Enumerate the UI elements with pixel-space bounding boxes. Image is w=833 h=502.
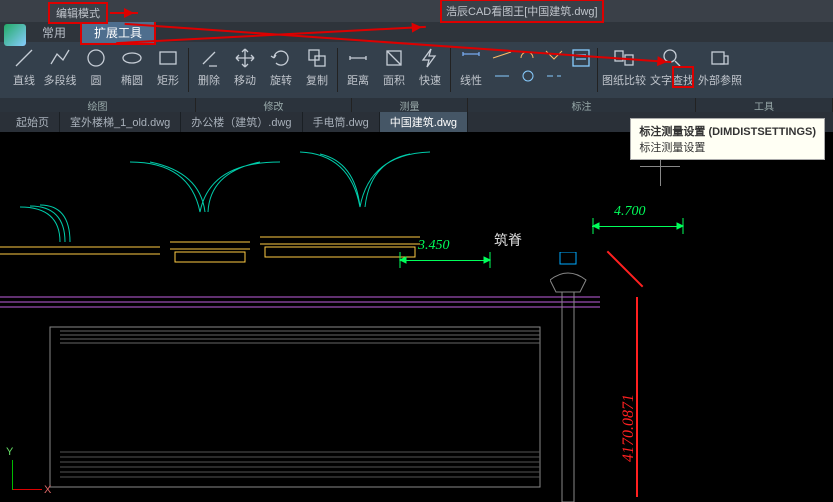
ribbon-group-labels: 绘图 修改 测量 标注 工具 [0,98,833,112]
tooltip-dim-settings: 标注测量设置 (DIMDISTSETTINGS) 标注测量设置 [630,118,825,160]
arrow-1 [110,12,138,14]
drawing-column [550,252,620,502]
line-button[interactable]: 直线 [6,46,42,88]
area-button[interactable]: 面积 [376,46,412,88]
circle-icon [84,46,108,70]
polyline-icon [48,46,72,70]
dim-settings-button[interactable] [567,46,595,72]
ribbon-toolbar: 直线 多段线 圆 椭圆 矩形 删除 移动 旋转 复制 距离 面积 快速 线性 图… [0,42,833,98]
delete-button[interactable]: 删除 [191,46,227,88]
app-title: 浩辰CAD看图王[中国建筑.dwg] [440,0,604,23]
move-icon [233,46,257,70]
axis-x-label: X [44,484,51,496]
distance-button[interactable]: 距离 [340,46,376,88]
highlight-dim-settings [672,66,694,88]
quick-button[interactable]: 快速 [412,46,448,88]
dim-settings-icon [569,46,593,70]
copy-button[interactable]: 复制 [299,46,335,88]
tab-file-3[interactable]: 手电筒.dwg [303,112,380,132]
ucs-x-axis [12,489,42,490]
ucs-y-axis [12,460,13,490]
eraser-icon [197,46,221,70]
dimension-line-3 [636,297,638,497]
ellipse-button[interactable]: 椭圆 [114,46,150,88]
ruler-icon [346,46,370,70]
area-icon [382,46,406,70]
tab-start[interactable]: 起始页 [6,112,60,132]
xref-icon [708,46,732,70]
dim-small-4[interactable] [517,69,539,88]
move-button[interactable]: 移动 [227,46,263,88]
xref-button[interactable]: 外部参照 [696,46,744,88]
rect-button[interactable]: 矩形 [150,46,186,88]
rotate-button[interactable]: 旋转 [263,46,299,88]
tooltip-title: 标注测量设置 (DIMDISTSETTINGS) [639,123,816,139]
annotation-text: 筑脊 [494,230,522,250]
bolt-icon [418,46,442,70]
tab-file-2[interactable]: 办公楼（建筑）.dwg [181,112,302,132]
dim-small-5[interactable] [543,48,565,67]
rotate-icon [269,46,293,70]
ellipse-icon [120,46,144,70]
edit-mode-button[interactable]: 编辑模式 [48,2,108,24]
drawing-hatch [0,317,560,497]
dim-small-6[interactable] [543,69,565,88]
compare-button[interactable]: 图纸比较 [600,46,648,88]
line-icon [12,46,36,70]
tab-common[interactable]: 常用 [30,22,78,43]
tooltip-desc: 标注测量设置 [639,139,816,155]
copy-icon [305,46,329,70]
axis-y-label: Y [6,446,13,458]
dim-small-2[interactable] [491,69,513,88]
tab-file-1[interactable]: 室外楼梯_1_old.dwg [60,112,181,132]
circle-button[interactable]: 圆 [78,46,114,88]
tab-file-4[interactable]: 中国建筑.dwg [380,112,468,132]
linear-dim-button[interactable]: 线性 [453,46,489,88]
polyline-button[interactable]: 多段线 [42,46,78,88]
rect-icon [156,46,180,70]
drawing-canvas[interactable]: 3.450 4.700 筑脊 4170.0871 X Y [0,132,833,502]
app-logo-icon [4,24,26,46]
